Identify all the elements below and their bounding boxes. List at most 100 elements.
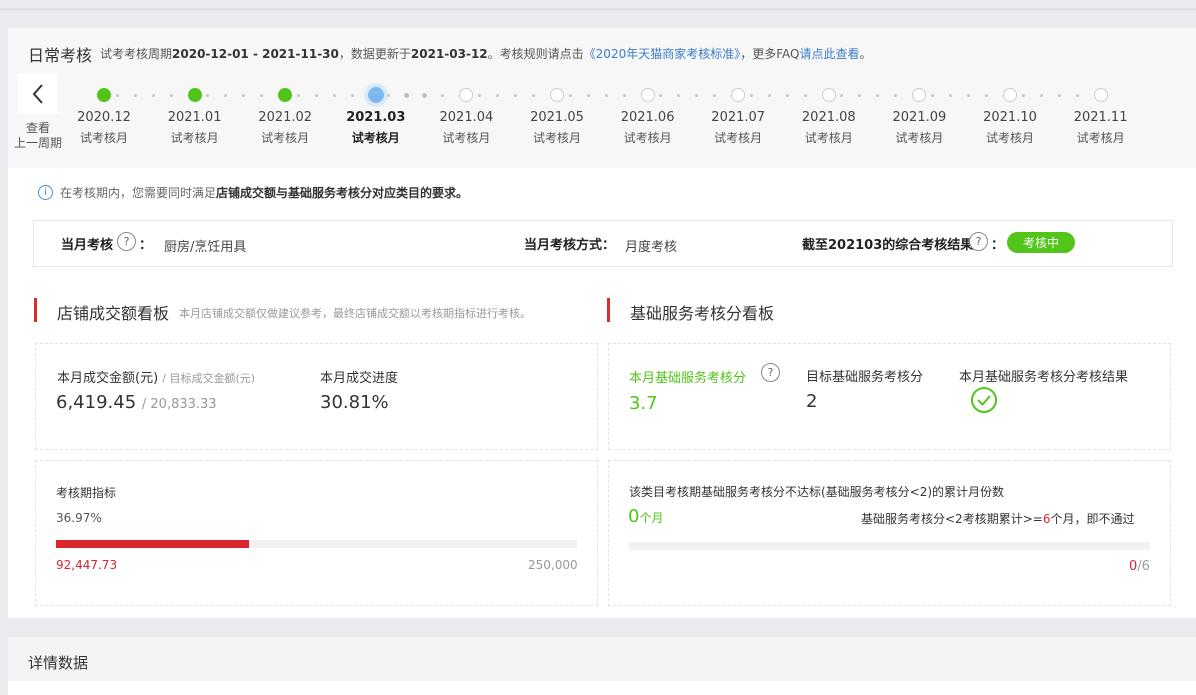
amount-label: 本月成交金额(元) / 目标成交金额(元) xyxy=(57,371,256,386)
target-score-value: 2 xyxy=(806,391,818,412)
timeline-dot[interactable] xyxy=(550,88,564,102)
method-value: 月度考核 xyxy=(625,240,678,255)
timeline-dot[interactable] xyxy=(640,88,655,102)
month-sublabel: 试考核月 xyxy=(79,131,128,145)
section-marker xyxy=(607,298,610,322)
timeline-month[interactable]: 2021.06 试考核月 xyxy=(603,110,693,150)
previous-period-button[interactable] xyxy=(18,74,58,114)
period-progress-fill xyxy=(56,540,249,548)
month-label: 2021.06 xyxy=(620,110,675,125)
timeline-connector-dot xyxy=(966,93,970,97)
month-sublabel: 试考核月 xyxy=(351,131,400,145)
timeline-connector-dot xyxy=(840,93,844,97)
faq-link[interactable]: 请点此查看 xyxy=(799,47,859,61)
period-target-value: 250,000 xyxy=(528,558,578,572)
month-label: 2021.02 xyxy=(258,110,313,125)
month-sublabel: 试考核月 xyxy=(532,131,581,145)
month-assessment-label: 当月考核 xyxy=(61,238,114,253)
month-label: 2021.10 xyxy=(983,110,1037,125)
fail-months-description: 该类目考核期基础服务考核分不达标(基础服务考核分<2)的累计月份数 xyxy=(629,485,1005,499)
timeline-connector-dot xyxy=(151,93,155,97)
top-divider xyxy=(0,8,1196,10)
timeline-connector-dot xyxy=(1057,93,1061,97)
timeline-month[interactable]: 2021.08 试考核月 xyxy=(784,110,874,150)
timeline-connector-dot xyxy=(749,93,753,97)
timeline-connector-dot xyxy=(695,93,699,97)
month-sublabel: 试考核月 xyxy=(170,131,219,145)
timeline-month[interactable]: 2021.03 试考核月 xyxy=(331,110,421,150)
detail-card-body xyxy=(8,681,1196,695)
timeline-month[interactable]: 2021.05 试考核月 xyxy=(512,110,602,150)
timeline-month[interactable]: 2021.01 试考核月 xyxy=(150,110,240,150)
help-icon[interactable]: ? xyxy=(969,232,988,251)
period-percent: 36.97% xyxy=(56,511,102,525)
timeline-dot[interactable] xyxy=(821,88,836,102)
timeline-connector-dot xyxy=(115,93,119,97)
timeline-connector-dot xyxy=(242,93,246,97)
month-label: 2021.09 xyxy=(892,110,947,125)
period-indicator-panel xyxy=(35,460,598,606)
timeline-dot[interactable] xyxy=(97,88,111,102)
previous-period-label[interactable]: 查看 上一周期 xyxy=(12,121,64,151)
timeline-dot[interactable] xyxy=(1003,88,1017,102)
timeline-connector-dot xyxy=(531,93,535,97)
progress-label: 本月成交进度 xyxy=(320,371,399,386)
timeline-connector-dot xyxy=(513,93,517,97)
timeline-connector-dot xyxy=(422,92,428,98)
notice-text: i 在考核期内，您需要同时满足 店铺成交额与基础服务考核分对应类目的要求。 xyxy=(38,184,468,201)
timeline-connector-dot xyxy=(1039,93,1043,97)
rules-link[interactable]: 《2020年天猫商家考核标准》 xyxy=(584,47,741,61)
period-description: 试考考核周期2020-12-01 - 2021-11-30，数据更新于2021-… xyxy=(100,47,872,61)
timeline-month[interactable]: 2021.10 试考核月 xyxy=(965,110,1055,150)
fail-months-panel xyxy=(608,460,1171,606)
status-badge: 考核中 xyxy=(1007,232,1075,253)
timeline-month[interactable]: 2021.04 试考核月 xyxy=(421,110,511,150)
timeline-connector-dot xyxy=(169,93,173,97)
timeline-connector-dot xyxy=(1021,93,1025,97)
service-score-panel xyxy=(608,343,1171,450)
month-label: 2021.01 xyxy=(167,110,222,125)
help-icon[interactable]: ? xyxy=(117,232,136,251)
timeline-connector-dot xyxy=(677,93,681,97)
section-marker xyxy=(34,298,37,322)
colon-label: ： xyxy=(139,238,153,253)
month-sublabel: 试考核月 xyxy=(623,131,672,145)
check-circle-icon xyxy=(971,387,997,413)
timeline-connector-dot xyxy=(586,93,590,97)
timeline-connector-dot xyxy=(659,93,663,97)
month-label: 2021.04 xyxy=(439,110,494,125)
timeline-connector-dot xyxy=(930,93,934,97)
timeline-month[interactable]: 2020.12 试考核月 xyxy=(59,110,149,150)
timeline-connector-dot xyxy=(984,93,988,97)
period-indicator-label: 考核期指标 xyxy=(56,486,117,500)
month-sublabel: 试考核月 xyxy=(804,131,853,145)
timeline-connector-dot xyxy=(767,93,771,97)
info-icon: i xyxy=(38,185,53,200)
month-label: 2021.08 xyxy=(801,110,856,125)
timeline-month[interactable]: 2021.11 试考核月 xyxy=(1056,110,1146,150)
timeline-connector-dot xyxy=(133,93,137,97)
timeline-dot[interactable] xyxy=(1093,88,1108,102)
month-sublabel: 试考核月 xyxy=(1076,131,1125,145)
timeline-month[interactable]: 2021.07 试考核月 xyxy=(693,110,783,150)
help-icon[interactable]: ? xyxy=(761,363,780,382)
service-score-value: 3.7 xyxy=(629,393,658,414)
timeline-month[interactable]: 2021.02 试考核月 xyxy=(240,110,330,150)
timeline-connector-dot xyxy=(1075,93,1079,97)
timeline-dot[interactable] xyxy=(367,87,384,103)
timeline-connector-dot xyxy=(713,93,717,97)
timeline-connector-dot xyxy=(206,93,210,97)
month-label: 2021.07 xyxy=(711,110,766,125)
timeline-dot[interactable] xyxy=(187,88,202,102)
amount-value: 6,419.45 / 20,833.33 xyxy=(56,392,217,413)
page-title: 日常考核 xyxy=(28,46,93,65)
month-label: 2021.03 xyxy=(346,110,406,125)
detail-title: 详情数据 xyxy=(28,654,89,672)
category-value: 厨房/烹饪用具 xyxy=(164,240,247,255)
progress-value: 30.81% xyxy=(320,392,389,413)
target-score-label: 目标基础服务考核分 xyxy=(806,370,924,385)
sales-board-subtitle: 本月店铺成交额仅做建议参考，最终店铺成交额以考核期指标进行考核。 xyxy=(179,307,531,320)
timeline-connector-dot xyxy=(404,92,410,98)
timeline-connector-dot xyxy=(604,93,608,97)
timeline-month[interactable]: 2021.09 试考核月 xyxy=(874,110,964,150)
